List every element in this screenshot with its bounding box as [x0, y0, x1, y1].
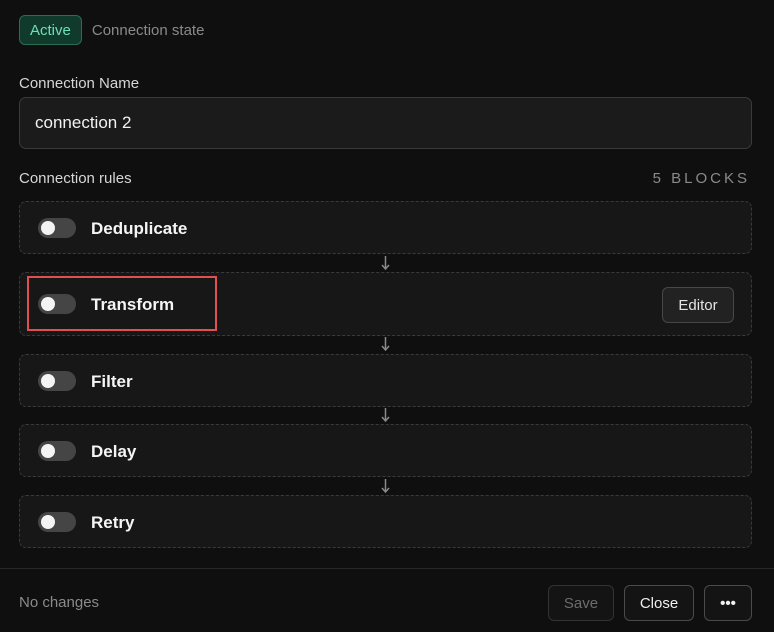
toggle-knob [41, 515, 55, 529]
connection-state-row: Active Connection state [19, 15, 204, 45]
toggle-knob [41, 221, 55, 235]
rule-card-retry: Retry [19, 495, 752, 548]
footer-divider [0, 568, 774, 569]
transform-toggle[interactable] [38, 294, 76, 314]
connection-name-label: Connection Name [19, 75, 140, 92]
toggle-knob [41, 374, 55, 388]
rule-name-deduplicate: Deduplicate [91, 219, 188, 238]
rule-name-retry: Retry [91, 513, 135, 532]
arrow-down-icon [381, 256, 390, 271]
toggle-knob [41, 444, 55, 458]
rule-card-delay: Delay [19, 424, 752, 477]
filter-toggle[interactable] [38, 371, 76, 391]
rule-name-filter: Filter [91, 372, 133, 391]
more-icon[interactable]: ••• [704, 585, 752, 621]
connection-rules-label: Connection rules [19, 170, 132, 187]
arrow-down-icon [381, 479, 390, 494]
connection-name-input[interactable] [19, 97, 752, 149]
status-caption: Connection state [91, 21, 205, 39]
footer-status: No changes [19, 594, 100, 611]
status-badge: Active [19, 15, 82, 45]
arrow-down-icon [381, 337, 390, 352]
toggle-knob [41, 297, 55, 311]
editor-button[interactable]: Editor [662, 287, 734, 323]
delay-toggle[interactable] [38, 441, 76, 461]
rules-count: 5 BLOCKS [652, 170, 750, 187]
retry-toggle[interactable] [38, 512, 76, 532]
deduplicate-toggle[interactable] [38, 218, 76, 238]
rule-card-transform: Transform Editor [19, 272, 752, 336]
rule-name-transform: Transform [91, 295, 175, 314]
rule-name-delay: Delay [91, 442, 137, 461]
rule-card-filter: Filter [19, 354, 752, 407]
save-button[interactable]: Save [548, 585, 614, 621]
rule-card-deduplicate: Deduplicate [19, 201, 752, 254]
arrow-down-icon [381, 408, 390, 423]
close-button[interactable]: Close [624, 585, 694, 621]
